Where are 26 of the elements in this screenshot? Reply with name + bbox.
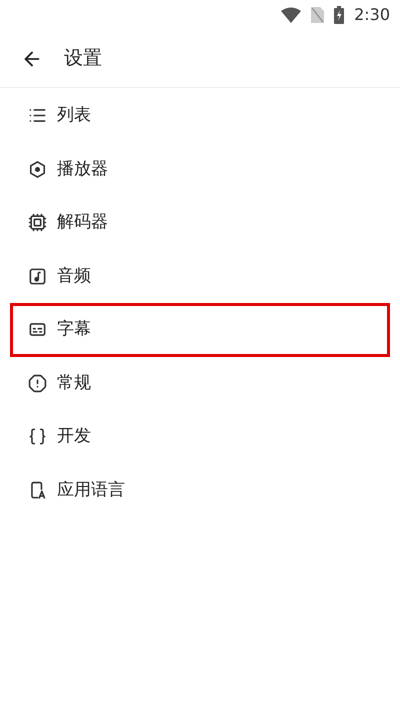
settings-item[interactable]: 应用语言 [10, 464, 390, 517]
item-label: 字幕 [57, 318, 91, 341]
hexagon-icon [27, 159, 47, 180]
settings-item[interactable]: 音频 [10, 250, 390, 303]
braces-icon [27, 426, 47, 447]
battery-charging-icon [334, 6, 344, 24]
item-label: 开发 [57, 425, 91, 448]
item-label: 解码器 [57, 211, 108, 234]
item-label: 常规 [57, 372, 91, 394]
settings-item[interactable]: 列表 [10, 89, 390, 142]
item-label: 音频 [57, 264, 91, 288]
settings-item[interactable]: 字幕 [10, 303, 390, 356]
settings-item[interactable]: 开发 [10, 410, 390, 464]
settings-item[interactable]: 常规 [10, 356, 390, 410]
page-title: 设置 [64, 46, 102, 72]
alert-icon [27, 373, 47, 394]
music-note-icon [27, 266, 47, 286]
item-label: 播放器 [57, 158, 108, 180]
settings-item[interactable]: 解码器 [10, 196, 390, 250]
item-label: 列表 [57, 104, 91, 127]
chip-icon [27, 212, 47, 233]
item-label: 应用语言 [57, 478, 125, 502]
settings-item[interactable]: 播放器 [10, 142, 390, 196]
status-time: 2:30 [354, 4, 390, 26]
no-sim-icon [311, 7, 324, 23]
wifi-icon [281, 7, 302, 23]
